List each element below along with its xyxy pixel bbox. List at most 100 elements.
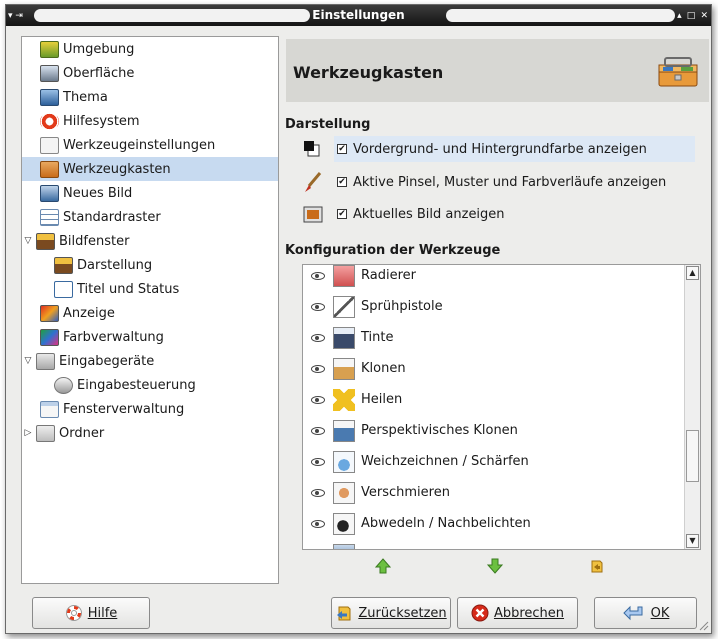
visibility-eye-icon[interactable] — [311, 365, 325, 373]
dodge-burn-icon — [333, 513, 355, 535]
tool-list-scrollbar[interactable]: ▲ ▼ — [684, 265, 700, 549]
option-fg-bg-colors[interactable]: ✔ Vordergrund- und Hintergrundfarbe anze… — [334, 136, 695, 162]
tree-item-label: Thema — [63, 89, 108, 105]
tree-item-label: Eingabegeräte — [59, 353, 155, 369]
page-header: Werkzeugkasten — [286, 39, 709, 102]
tool-row-tinte[interactable]: Tinte — [303, 323, 684, 354]
tree-item-label: Werkzeugeinstellungen — [63, 137, 216, 153]
tool-label: Tinte — [361, 330, 394, 345]
titlebar-decoration — [446, 9, 675, 22]
tree-item-anzeige[interactable]: Anzeige — [22, 301, 278, 325]
tree-item-werkzeugkasten[interactable]: Werkzeugkasten — [22, 157, 278, 181]
tool-row-heilen[interactable]: Heilen — [303, 385, 684, 416]
visibility-eye-icon[interactable] — [311, 272, 325, 280]
heal-icon — [333, 389, 355, 411]
tool-row-perspektivisches-klonen[interactable]: Perspektivisches Klonen — [303, 416, 684, 447]
tree-item-ordner[interactable]: ▷ Ordner — [22, 421, 278, 445]
tool-row-verschmieren[interactable]: Verschmieren — [303, 478, 684, 509]
title-bar[interactable]: ▾ ⇥ Einstellungen ▴ □ ✕ — [6, 5, 711, 26]
tree-item-titel-und-status[interactable]: Titel und Status — [22, 277, 278, 301]
brush-icon — [305, 172, 322, 192]
tool-row-spruehpistole[interactable]: Sprühpistole — [303, 292, 684, 323]
new-image-icon — [40, 184, 59, 202]
option-label: Aktuelles Bild anzeigen — [353, 206, 505, 222]
fg-bg-checkbox[interactable]: ✔ — [337, 144, 347, 154]
tree-item-werkzeugeinstellungen[interactable]: Werkzeugeinstellungen — [22, 133, 278, 157]
lifebuoy-icon — [40, 112, 59, 130]
tool-row-radierer[interactable]: Radierer — [303, 265, 684, 292]
tree-item-label: Darstellung — [77, 257, 153, 273]
resize-grip-icon[interactable] — [697, 619, 709, 631]
interface-icon — [40, 64, 59, 82]
collapse-icon[interactable]: ▽ — [22, 356, 34, 366]
scroll-down-icon[interactable]: ▼ — [686, 534, 699, 548]
visibility-eye-icon[interactable] — [311, 334, 325, 342]
brushes-checkbox[interactable]: ✔ — [337, 177, 347, 187]
reset-button[interactable]: Zurücksetzen — [331, 597, 451, 629]
tool-icon-partial — [333, 544, 355, 549]
tree-item-bildfenster[interactable]: ▽ Bildfenster — [22, 229, 278, 253]
option-brushes[interactable]: ✔ Aktive Pinsel, Muster und Farbverläufe… — [334, 169, 699, 195]
image-window-icon — [36, 232, 55, 250]
eraser-icon — [333, 265, 355, 287]
move-down-icon[interactable] — [487, 558, 503, 574]
tool-label: Perspektivisches Klonen — [361, 423, 518, 438]
visibility-eye-icon[interactable] — [311, 427, 325, 435]
ink-icon — [333, 327, 355, 349]
active-image-checkbox[interactable]: ✔ — [337, 209, 347, 219]
tree-item-label: Titel und Status — [77, 281, 180, 297]
tree-item-label: Bildfenster — [59, 233, 130, 249]
move-up-icon[interactable] — [375, 558, 391, 574]
collapse-icon[interactable]: ▽ — [22, 236, 34, 246]
visibility-eye-icon[interactable] — [311, 520, 325, 528]
scroll-up-icon[interactable]: ▲ — [686, 266, 699, 280]
tool-label: Abwedeln / Nachbelichten — [361, 516, 531, 531]
toolbox-icon — [40, 160, 59, 178]
tree-item-thema[interactable]: Thema — [22, 85, 278, 109]
visibility-eye-icon[interactable] — [311, 489, 325, 497]
active-image-icon — [303, 206, 323, 223]
tool-label: Heilen — [361, 392, 403, 407]
category-tree[interactable]: Umgebung Oberfläche Thema Hilfesystem We… — [21, 36, 279, 584]
tree-item-eingabesteuerung[interactable]: Eingabesteuerung — [22, 373, 278, 397]
input-devices-icon — [36, 352, 55, 370]
help-button[interactable]: Hilfe — [32, 597, 150, 629]
tree-item-label: Neues Bild — [63, 185, 133, 201]
tree-item-umgebung[interactable]: Umgebung — [22, 37, 278, 61]
visibility-eye-icon[interactable] — [311, 396, 325, 404]
cancel-icon — [471, 604, 489, 622]
ok-button[interactable]: OK — [594, 597, 697, 629]
tool-row-weichzeichnen[interactable]: Weichzeichnen / Schärfen — [303, 447, 684, 478]
option-label: Aktive Pinsel, Muster und Farbverläufe a… — [353, 174, 667, 190]
tree-item-hilfesystem[interactable]: Hilfesystem — [22, 109, 278, 133]
cancel-button[interactable]: Abbrechen — [457, 597, 578, 629]
tree-item-darstellung[interactable]: Darstellung — [22, 253, 278, 277]
tree-item-label: Fensterverwaltung — [63, 401, 185, 417]
tool-list[interactable]: Radierer Sprühpistole Tinte Klonen Heile… — [302, 264, 701, 550]
tool-row-klonen[interactable]: Klonen — [303, 354, 684, 385]
input-controllers-icon — [54, 376, 73, 394]
blur-sharpen-icon — [333, 451, 355, 473]
tree-item-label: Anzeige — [63, 305, 115, 321]
visibility-eye-icon[interactable] — [311, 458, 325, 466]
tree-item-eingabegeraete[interactable]: ▽ Eingabegeräte — [22, 349, 278, 373]
theme-icon — [40, 88, 59, 106]
visibility-eye-icon[interactable] — [311, 303, 325, 311]
scrollbar-thumb[interactable] — [686, 430, 699, 482]
tree-item-farbverwaltung[interactable]: Farbverwaltung — [22, 325, 278, 349]
reset-order-icon[interactable] — [589, 558, 605, 574]
ok-arrow-icon — [622, 605, 643, 621]
expand-icon[interactable]: ▷ — [22, 428, 34, 438]
environment-icon — [40, 40, 59, 58]
fg-bg-color-icon — [304, 141, 320, 157]
tree-item-oberflaeche[interactable]: Oberfläche — [22, 61, 278, 85]
option-active-image[interactable]: ✔ Aktuelles Bild anzeigen — [334, 201, 574, 227]
tree-item-neues-bild[interactable]: Neues Bild — [22, 181, 278, 205]
cancel-button-label: Abbrechen — [493, 605, 565, 621]
tree-item-standardraster[interactable]: Standardraster — [22, 205, 278, 229]
tool-row-abwedeln[interactable]: Abwedeln / Nachbelichten — [303, 509, 684, 540]
color-management-icon — [40, 328, 59, 346]
window-controls-icon[interactable]: ▴ □ ✕ — [675, 11, 709, 21]
ok-button-label: OK — [650, 605, 670, 621]
tree-item-fensterverwaltung[interactable]: Fensterverwaltung — [22, 397, 278, 421]
